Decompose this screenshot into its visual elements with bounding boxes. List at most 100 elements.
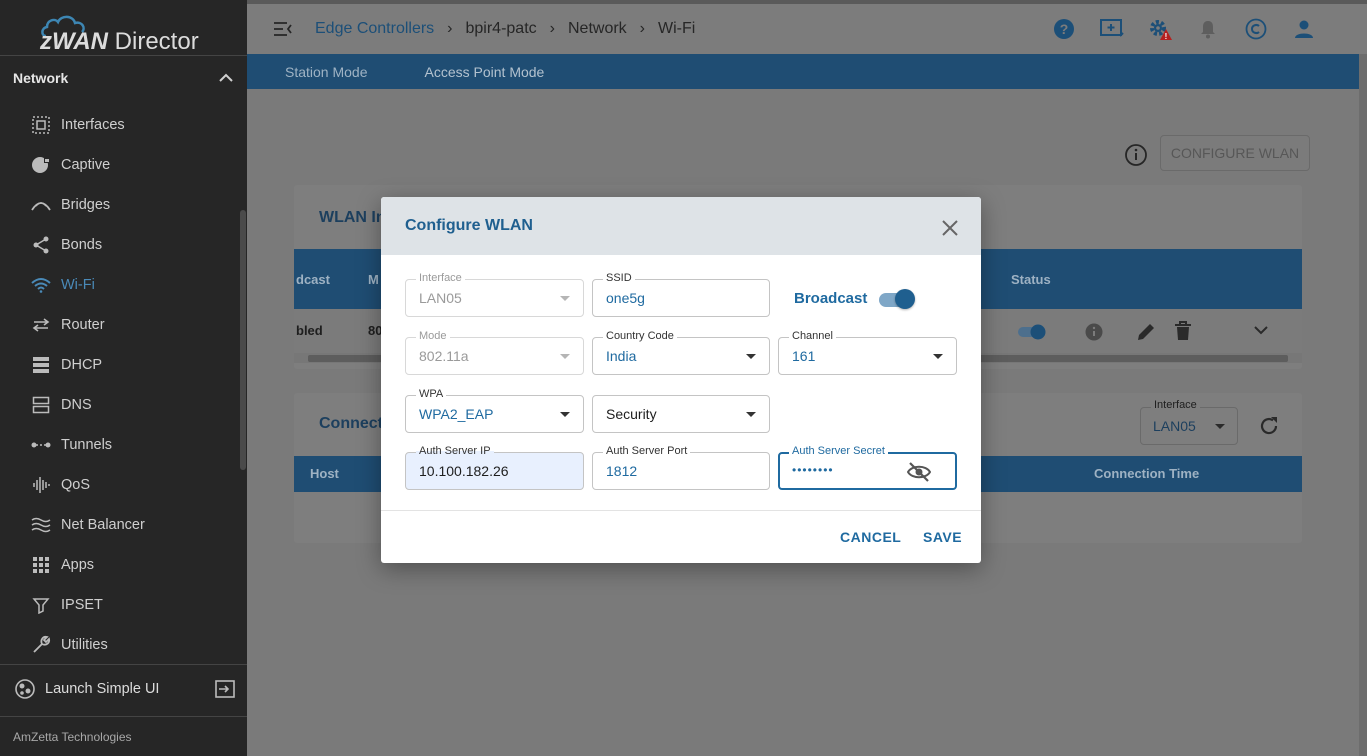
field-value: •••••••• [792, 463, 834, 477]
breadcrumb-separator: › [639, 20, 645, 37]
copyright-icon[interactable] [1243, 16, 1269, 42]
auth-server-port-input[interactable]: Auth Server Port 1812 [592, 444, 770, 490]
sidebar-item-apps[interactable]: Apps [0, 545, 240, 585]
sidebar-item-utilities[interactable]: Utilities [0, 625, 240, 665]
brand-prefix: zWAN [40, 28, 108, 55]
sidebar-item-qos[interactable]: QoS [0, 465, 240, 505]
menu-collapse-icon[interactable] [273, 19, 293, 39]
chevron-down-icon[interactable] [1254, 325, 1268, 335]
field-label: WPA [416, 387, 447, 401]
help-icon[interactable]: ? [1051, 16, 1077, 42]
dropdown-caret-icon [560, 412, 570, 417]
configure-wlan-dialog: Configure WLAN Interface LAN05 SSID one5… [381, 197, 981, 563]
divider [0, 716, 247, 717]
exit-icon[interactable] [215, 680, 235, 698]
user-icon[interactable] [1291, 16, 1317, 42]
auth-server-ip-input[interactable]: Auth Server IP 10.100.182.26 [405, 444, 584, 490]
apps-icon [30, 554, 52, 576]
sidebar-section-network[interactable]: Network [13, 68, 233, 88]
field-label: SSID [603, 271, 635, 285]
edit-icon[interactable] [1136, 322, 1156, 342]
country-code-select[interactable]: Country Code India [592, 329, 770, 375]
sidebar-scrollbar[interactable] [240, 210, 246, 470]
sidebar-item-label: Captive [61, 157, 111, 173]
sidebar-item-bridges[interactable]: Bridges [0, 185, 240, 225]
field-value: 802.11a [419, 348, 469, 364]
page-scrollbar[interactable] [1359, 54, 1367, 756]
field-label: Auth Server Port [603, 444, 691, 458]
wifi-icon [30, 274, 52, 296]
add-screen-icon[interactable] [1099, 16, 1125, 42]
eye-off-icon[interactable] [907, 461, 931, 483]
configure-wlan-button[interactable]: CONFIGURE WLAN [1160, 135, 1310, 171]
interfaces-icon [30, 114, 52, 136]
info-icon[interactable] [1124, 143, 1148, 167]
sidebar-item-label: IPSET [61, 597, 103, 613]
save-button[interactable]: SAVE [923, 529, 962, 545]
close-icon[interactable] [941, 219, 959, 237]
field-label: Channel [789, 329, 836, 343]
field-value: India [606, 348, 637, 364]
sidebar-item-captive[interactable]: Captive [0, 145, 240, 185]
top-bar: Edge Controllers › bpir4-patc › Network … [247, 4, 1367, 54]
info-icon[interactable] [1084, 322, 1104, 342]
launch-simple-ui-button[interactable]: Launch Simple UI [13, 676, 235, 702]
dialog-header: Configure WLAN [381, 197, 981, 255]
sidebar-item-tunnels[interactable]: Tunnels [0, 425, 240, 465]
field-value: 10.100.182.26 [419, 463, 509, 479]
delete-icon[interactable] [1174, 321, 1192, 341]
sidebar-item-dhcp[interactable]: DHCP [0, 345, 240, 385]
dropdown-caret-icon [560, 354, 570, 359]
mode-select[interactable]: Mode 802.11a [405, 329, 584, 375]
breadcrumb-network[interactable]: Network [568, 20, 627, 38]
interface-select[interactable]: Interface LAN05 [405, 271, 584, 317]
svg-text:?: ? [1060, 21, 1069, 37]
status-toggle[interactable] [1017, 323, 1049, 341]
sidebar-item-wifi[interactable]: Wi-Fi [0, 265, 240, 305]
field-value: 1812 [606, 463, 638, 479]
auth-server-secret-input[interactable]: Auth Server Secret •••••••• [778, 444, 957, 490]
refresh-icon[interactable] [1258, 415, 1280, 437]
ipset-icon [30, 594, 52, 616]
sidebar-item-ipset[interactable]: IPSET [0, 585, 240, 625]
settings-alert-icon[interactable]: ! [1147, 16, 1173, 42]
channel-select[interactable]: Channel 161 [778, 329, 957, 375]
tab-access-point-mode[interactable]: Access Point Mode [425, 64, 545, 80]
divider [0, 664, 247, 665]
sidebar-item-net-balancer[interactable]: Net Balancer [0, 505, 240, 545]
breadcrumb-device[interactable]: bpir4-patc [466, 20, 537, 38]
chevron-up-icon[interactable] [219, 73, 233, 83]
dhcp-icon [30, 354, 52, 376]
dropdown-caret-icon [560, 296, 570, 301]
breadcrumb: Edge Controllers › bpir4-patc › Network … [315, 20, 695, 38]
cancel-button[interactable]: CANCEL [840, 529, 901, 545]
sidebar-item-label: Net Balancer [61, 517, 145, 533]
tab-station-mode[interactable]: Station Mode [285, 64, 368, 80]
sidebar-item-dns[interactable]: DNS [0, 385, 240, 425]
ssid-input[interactable]: SSID one5g [592, 271, 770, 317]
interface-select[interactable]: Interface LAN05 [1140, 399, 1238, 445]
field-value: 161 [792, 348, 816, 364]
captive-icon [30, 154, 52, 176]
breadcrumb-edge-controllers[interactable]: Edge Controllers [315, 20, 434, 38]
logo: zWAN Director [40, 12, 199, 55]
dropdown-caret-icon [746, 412, 756, 417]
dns-icon [30, 394, 52, 416]
security-select[interactable]: Security [592, 395, 770, 433]
bell-icon[interactable] [1195, 16, 1221, 42]
sidebar-item-bonds[interactable]: Bonds [0, 225, 240, 265]
svg-text:!: ! [1165, 32, 1168, 41]
field-label: Mode [416, 329, 450, 343]
field-value: one5g [606, 290, 645, 306]
breadcrumb-separator: › [549, 20, 555, 37]
sidebar-item-label: Apps [61, 557, 95, 573]
sidebar-item-label: Wi-Fi [61, 277, 95, 293]
column-header: Status [1011, 272, 1051, 287]
sidebar-item-router[interactable]: Router [0, 305, 240, 345]
broadcast-toggle[interactable] [879, 289, 917, 309]
dropdown-caret-icon [933, 354, 943, 359]
sidebar-item-interfaces[interactable]: Interfaces [0, 105, 240, 145]
wpa-select[interactable]: WPA WPA2_EAP [405, 387, 584, 433]
broadcast-label: Broadcast [794, 290, 868, 307]
company-name: AmZetta Technologies [13, 730, 132, 744]
